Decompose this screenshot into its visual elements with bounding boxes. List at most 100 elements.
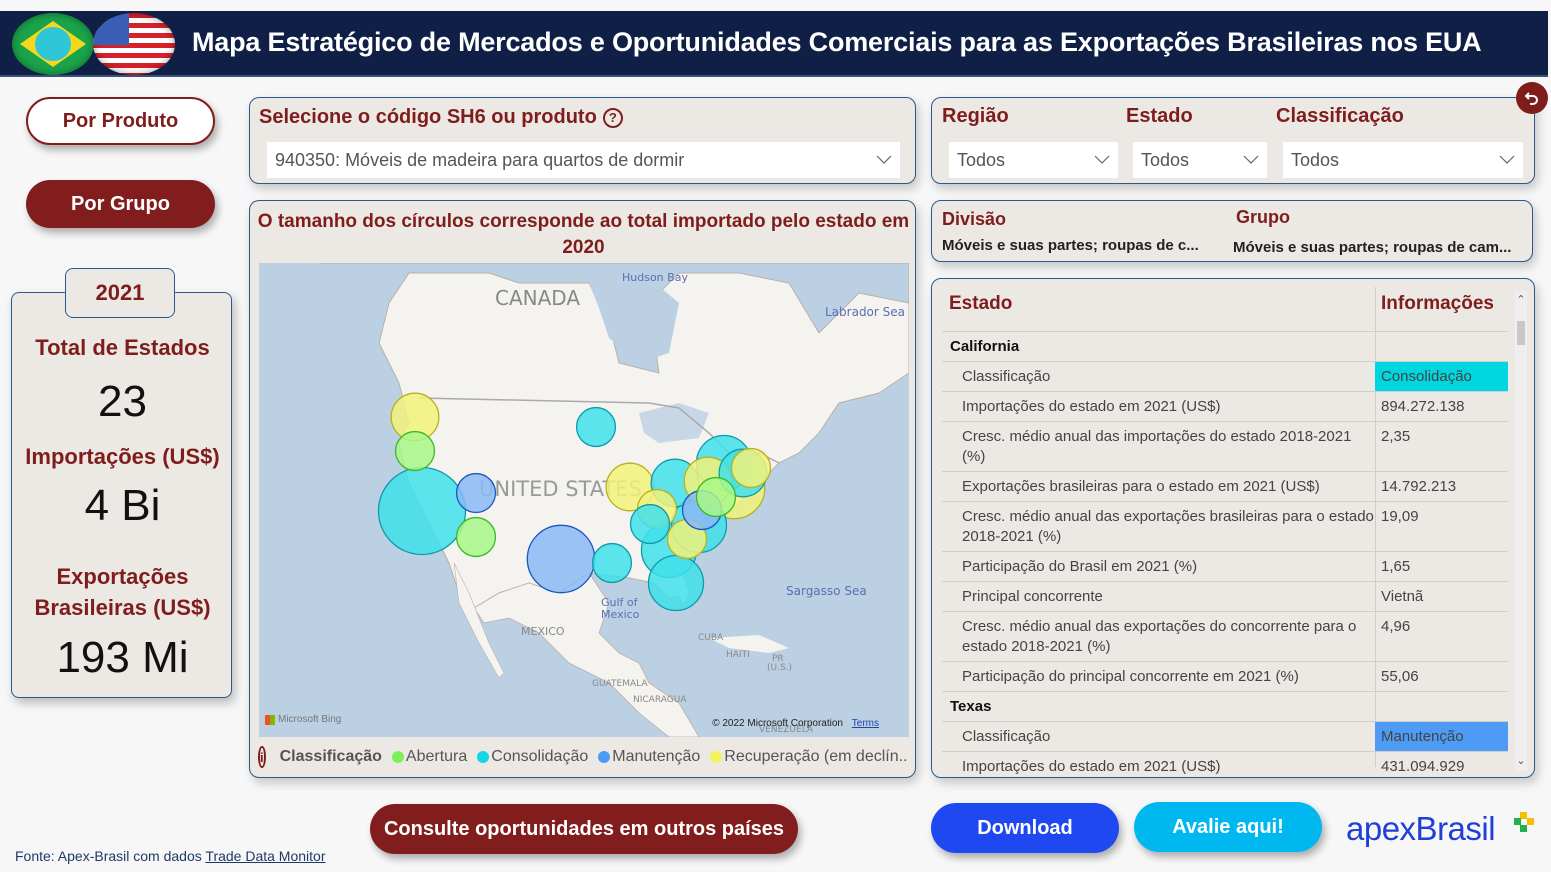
classification-badge: Manutenção [1375,722,1508,751]
terms-link[interactable]: Terms [852,718,879,729]
legend-item-abertura[interactable]: Abertura [391,748,467,766]
table-state-row[interactable]: California [942,331,1508,361]
chevron-down-icon [1499,155,1515,164]
chevron-down-icon [876,155,892,164]
row-label: Participação do Brasil em 2021 (%) [962,558,1198,575]
table-body: California Classificação Consolidação Impor… [942,331,1508,777]
page-title: Mapa Estratégico de Mercados e Oportunid… [192,27,1482,57]
total-estados-value: 23 [98,377,147,426]
state-circle-california[interactable] [377,466,467,556]
map-copyright: © 2022 Microsoft Corporation Terms [712,718,879,729]
legend-label: Consolidação [491,748,589,765]
help-icon[interactable]: ? [602,107,623,128]
map-panel: O tamanho dos círculos corresponde ao to… [249,200,916,778]
row-label: Classificação [962,368,1051,385]
legend-item-consolidacao[interactable]: Consolidação [477,748,588,766]
state-circle-tennessee[interactable] [629,503,671,545]
row-value: 4,96 [1381,618,1411,635]
legend-dot [477,751,490,763]
sh6-dropdown[interactable]: 940350: Móveis de madeira para quartos d… [267,142,900,178]
state-info-table: Estado Informações California Classificaç… [931,278,1535,778]
row-label: Principal concorrente [962,588,1103,605]
table-row[interactable]: Importações do estado em 2021 (US$) 431.0… [942,751,1508,777]
state-circle-florida[interactable] [647,554,705,612]
table-row[interactable]: Classificação Consolidação [942,361,1508,391]
grupo-label: Grupo [1236,207,1290,227]
map-canvas[interactable]: CANADAHudson BayLabrador SeaUNITED STATE… [259,263,909,737]
table-row[interactable]: Principal concorrente Vietnã [942,581,1508,611]
table-row[interactable]: Cresc. médio anual das importações do es… [942,421,1508,471]
legend-dot [710,751,723,763]
table-row[interactable]: Classificação Manutenção [942,721,1508,751]
map-label-pr2: (U.S.) [767,663,792,673]
bubble-map[interactable]: CANADA Hudson Bay Labrador Sea UNITED STATE… [259,263,909,737]
grupo-value: Móveis e suas partes; roupas de cam... [1233,239,1512,256]
legend-title: Classificação [279,748,382,765]
avalie-aqui-button[interactable]: Avalie aqui! [1134,802,1322,852]
table-row[interactable]: Participação do Brasil em 2021 (%) 1,65 [942,551,1508,581]
state-circle-texas[interactable] [526,524,596,594]
scroll-down-icon[interactable]: ⌄ [1515,754,1527,767]
row-value: 55,06 [1381,668,1419,685]
sh6-selector-panel: Selecione o código SH6 ou produto? 94035… [249,97,916,184]
info-icon[interactable]: i [258,746,266,768]
brazil-flag-icon [12,13,94,75]
copyright-text: © 2022 Microsoft Corporation [712,718,843,729]
state-circle-louisiana[interactable] [591,542,633,584]
divisao-value: Móveis e suas partes; roupas de c... [942,237,1199,254]
bing-attribution: Microsoft Bing [265,714,341,725]
download-button[interactable]: Download [931,803,1119,853]
por-produto-button[interactable]: Por Produto [26,97,215,145]
regiao-dropdown[interactable]: Todos [949,142,1118,178]
consulte-outros-paises-button[interactable]: Consulte oportunidades em outros países [370,804,798,854]
scroll-thumb[interactable] [1517,321,1525,345]
map-label-nicaragua: NICARAGUA [633,695,687,705]
state-circle-massachusetts[interactable] [730,447,772,489]
sh6-selected-value: 940350: Móveis de madeira para quartos d… [275,149,685,170]
legend-item-recuperacao[interactable]: Recuperação (em declín... [710,748,908,766]
map-label-guatemala: GUATEMALA [592,679,648,689]
map-label-haiti: HAITI [726,650,750,660]
por-grupo-button[interactable]: Por Grupo [26,180,215,228]
state-circle-oregon[interactable] [394,430,436,472]
divisao-grupo-panel: Divisão Móveis e suas partes; roupas de … [931,200,1533,262]
table-row[interactable]: Cresc. médio anual das exportações do co… [942,611,1508,661]
map-label-canada: CANADA [495,286,580,310]
row-value: 894.272.138 [1381,398,1465,415]
row-label: Cresc. médio anual das exportações brasi… [962,508,1374,545]
scroll-up-icon[interactable]: ⌃ [1515,293,1527,306]
state-circle-minnesota[interactable] [575,406,617,448]
classificacao-dropdown[interactable]: Todos [1283,142,1523,178]
table-row[interactable]: Exportações brasileiras para o estado em… [942,471,1508,501]
exportacoes-label-line1: Exportações [56,564,189,589]
map-label-gulf2: Mexico [601,608,640,621]
row-value: Vietnã [1381,588,1424,605]
state-circle-utah[interactable] [455,472,497,514]
state-circle-arizona[interactable] [455,516,497,558]
reset-filters-button[interactable] [1516,82,1548,114]
table-row[interactable]: Participação do principal concorrente em… [942,661,1508,691]
apexbrasil-mark-icon [1514,812,1534,832]
table-row[interactable]: Cresc. médio anual das exportações brasi… [942,501,1508,551]
row-label: Cresc. médio anual das importações do es… [962,428,1352,465]
table-scrollbar[interactable]: ⌃ ⌄ [1515,291,1527,771]
row-value: 2,35 [1381,428,1411,445]
table-row[interactable]: Importações do estado em 2021 (US$) 894.2… [942,391,1508,421]
column-header-estado[interactable]: Estado [949,293,1012,315]
sh6-title-text: Selecione o código SH6 ou produto [259,106,597,128]
map-label-labrador: Labrador Sea [825,305,905,319]
row-value: 431.094.929 [1381,758,1465,775]
legend-item-manutencao[interactable]: Manutenção [598,748,700,766]
trade-data-monitor-link[interactable]: Trade Data Monitor [205,848,325,864]
state-circle-maryland[interactable] [695,476,737,518]
total-estados-label: Total de Estados [35,335,210,360]
row-label: Participação do principal concorrente em… [962,668,1299,685]
estado-dropdown[interactable]: Todos [1133,142,1267,178]
map-label-cuba: CUBA [698,633,724,643]
row-label: Classificação [962,728,1051,745]
classification-badge: Consolidação [1375,362,1508,391]
header-bar: Mapa Estratégico de Mercados e Oportunid… [0,11,1548,77]
table-state-row[interactable]: Texas [942,691,1508,721]
column-header-informacoes[interactable]: Informações [1381,293,1494,315]
filters-panel: Região Estado Classificação Todos Todos … [931,97,1535,184]
